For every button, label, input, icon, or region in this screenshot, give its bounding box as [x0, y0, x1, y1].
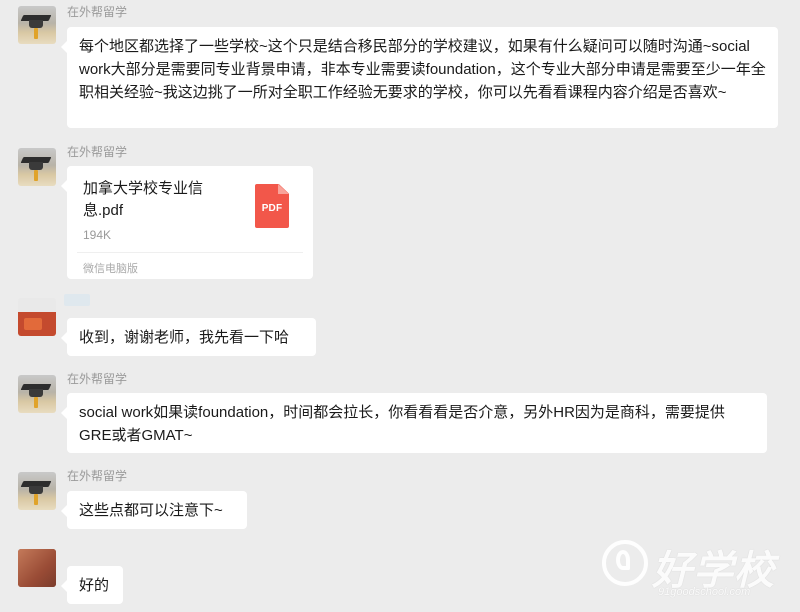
message-bubble[interactable]: 好的 [61, 566, 123, 604]
message-text: 收到，谢谢老师，我先看一下哈 [79, 329, 290, 346]
watermark-url: 91goodschool.com [658, 586, 751, 598]
sender-avatar[interactable] [18, 148, 56, 186]
message-text: 每个地区都选择了一些学校~这个只是结合移民部分的学校建议，如果有什么疑问可以随时… [79, 38, 766, 101]
divider [77, 252, 303, 253]
file-name: 加拿大学校专业信息.pdf [83, 180, 204, 219]
sender-avatar[interactable] [18, 472, 56, 510]
site-watermark: 好学校 91goodschool.com [596, 532, 786, 604]
message-bubble[interactable]: 这些点都可以注意下~ [61, 491, 247, 529]
file-attachment-card[interactable]: 加拿大学校专业信息.pdf 194K PDF 微信电脑版 [61, 166, 313, 279]
sender-avatar[interactable] [18, 6, 56, 44]
message-text: social work如果读foundation，时间都会拉长，你看看看是否介意… [79, 404, 725, 444]
watermark-text: 好学校 [652, 548, 775, 594]
sender-name: 在外帮留学 [67, 469, 128, 483]
sender-name: 在外帮留学 [67, 372, 128, 386]
message-bubble[interactable]: 收到，谢谢老师，我先看一下哈 [61, 318, 316, 356]
message-bubble[interactable]: social work如果读foundation，时间都会拉长，你看看看是否介意… [61, 393, 767, 453]
user-avatar[interactable] [18, 298, 56, 336]
sender-name: 在外帮留学 [67, 5, 128, 19]
file-source: 微信电脑版 [83, 263, 138, 275]
sender-name: 在外帮留学 [67, 145, 128, 159]
watermark-logo-icon [602, 540, 648, 586]
user-avatar[interactable] [18, 549, 56, 587]
message-text: 好的 [79, 577, 110, 594]
file-size: 194K [83, 228, 112, 242]
message-text: 这些点都可以注意下~ [79, 502, 223, 519]
message-bubble[interactable]: 每个地区都选择了一些学校~这个只是结合移民部分的学校建议，如果有什么疑问可以随时… [61, 27, 778, 128]
sender-name-blank [64, 294, 90, 306]
pdf-icon-label: PDF [261, 203, 283, 214]
sender-avatar[interactable] [18, 375, 56, 413]
